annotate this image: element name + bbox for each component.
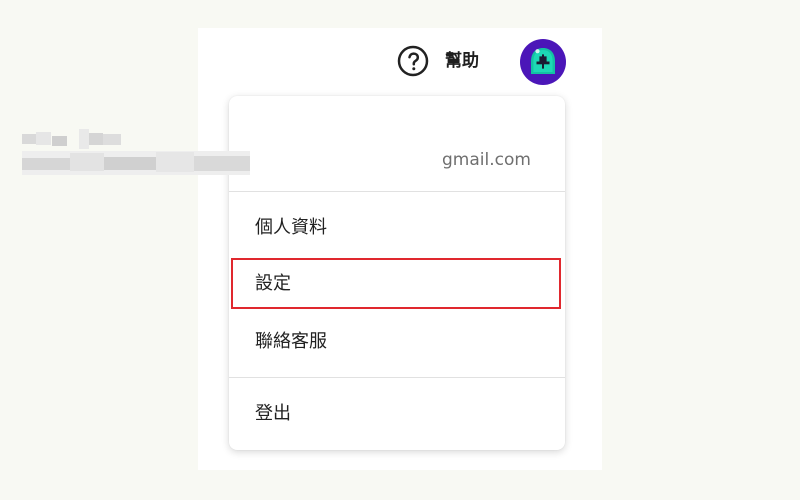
logout-menu-item[interactable]: 登出 — [229, 390, 565, 438]
profile-menu-item[interactable]: 個人資料 — [229, 204, 565, 252]
contact-support-menu-item[interactable]: 聯絡客服 — [229, 318, 565, 366]
help-label[interactable]: 幫助 — [445, 49, 479, 73]
blurred-user-name — [22, 129, 121, 149]
menu-divider-top — [229, 191, 565, 192]
help-icon[interactable] — [397, 45, 429, 77]
blurred-email-prefix — [22, 151, 250, 175]
user-info — [229, 96, 565, 192]
menu-divider-bottom — [229, 377, 565, 378]
user-avatar[interactable] — [519, 38, 567, 86]
settings-highlight-box — [231, 258, 561, 309]
email-domain: gmail.com — [442, 150, 531, 170]
